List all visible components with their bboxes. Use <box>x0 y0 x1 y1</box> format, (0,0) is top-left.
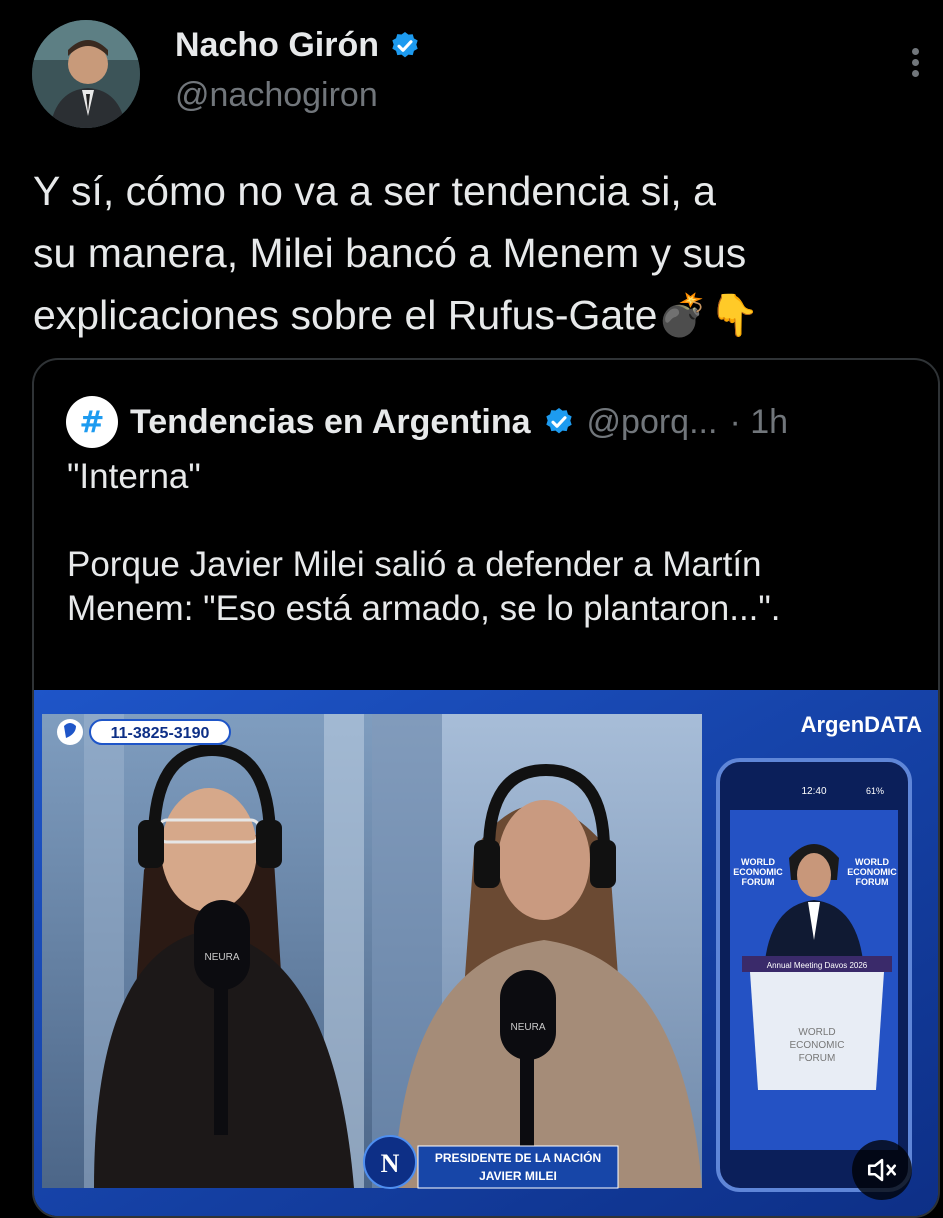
quoted-tweet-header: # Tendencias en Argentina @porq... · 1h <box>66 396 788 448</box>
verified-badge-icon <box>545 408 572 434</box>
phone-number-label: 11-3825-3190 <box>111 725 210 742</box>
quoted-author-handle: @porq... <box>586 402 718 441</box>
author-name[interactable]: Nacho Girón <box>175 26 379 65</box>
svg-text:ECONOMIC: ECONOMIC <box>790 1040 845 1051</box>
author-name-row: Nacho Girón <box>175 26 421 65</box>
quoted-video[interactable]: NEURA 11-3825-3190 NEURA N PRESIDENTE DE… <box>34 690 938 1216</box>
svg-text:FORUM: FORUM <box>856 877 889 887</box>
hashtag-avatar-icon: # <box>66 396 118 448</box>
video-frame: NEURA 11-3825-3190 NEURA N PRESIDENTE DE… <box>34 690 938 1216</box>
brand-label: ArgenDATA <box>801 712 923 737</box>
phone-battery: 61% <box>866 786 884 796</box>
lower-third-name: JAVIER MILEI <box>479 1169 557 1183</box>
davos-banner: Annual Meeting Davos 2026 <box>767 961 868 970</box>
quoted-tweet-text: "Interna" Porque Javier Milei salió a de… <box>67 455 917 631</box>
lower-third-title: PRESIDENTE DE LA NACIÓN <box>435 1150 601 1165</box>
svg-text:FORUM: FORUM <box>742 877 775 887</box>
phone-time: 12:40 <box>801 786 826 797</box>
svg-text:WORLD: WORLD <box>855 857 889 867</box>
tweet-line: Y sí, cómo no va a ser tendencia si, a <box>33 168 716 214</box>
avatar-photo <box>32 20 140 128</box>
quoted-body-line: Porque Javier Milei salió a defender a M… <box>67 545 762 584</box>
quoted-body-line: Menem: "Eso está armado, se lo plantaron… <box>67 589 781 628</box>
svg-text:WORLD: WORLD <box>741 857 775 867</box>
svg-text:WORLD: WORLD <box>798 1027 835 1038</box>
svg-text:FORUM: FORUM <box>799 1053 836 1064</box>
tweet-text: Y sí, cómo no va a ser tendencia si, a s… <box>33 160 913 346</box>
svg-text:N: N <box>381 1149 400 1178</box>
tweet-line: explicaciones sobre el Rufus-Gate💣👇 <box>33 292 760 338</box>
quoted-author-name: Tendencias en Argentina <box>130 402 531 441</box>
mic-brand-middle: NEURA <box>510 1022 545 1033</box>
speaker-muted-icon <box>867 1158 897 1182</box>
more-options-icon[interactable] <box>905 44 925 84</box>
tweet-line: su manera, Milei bancó a Menem y sus <box>33 230 747 276</box>
svg-text:ECONOMIC: ECONOMIC <box>733 867 783 877</box>
quoted-tweet[interactable]: # Tendencias en Argentina @porq... · 1h … <box>32 358 940 1218</box>
quoted-title: "Interna" <box>67 457 201 496</box>
svg-text:ECONOMIC: ECONOMIC <box>847 867 897 877</box>
verified-badge-icon <box>392 31 418 57</box>
mic-brand-left: NEURA <box>204 952 239 963</box>
quoted-timestamp: · 1h <box>729 402 789 441</box>
mute-button[interactable] <box>852 1140 912 1200</box>
author-handle[interactable]: @nachogiron <box>175 76 378 115</box>
author-avatar[interactable] <box>32 20 140 128</box>
